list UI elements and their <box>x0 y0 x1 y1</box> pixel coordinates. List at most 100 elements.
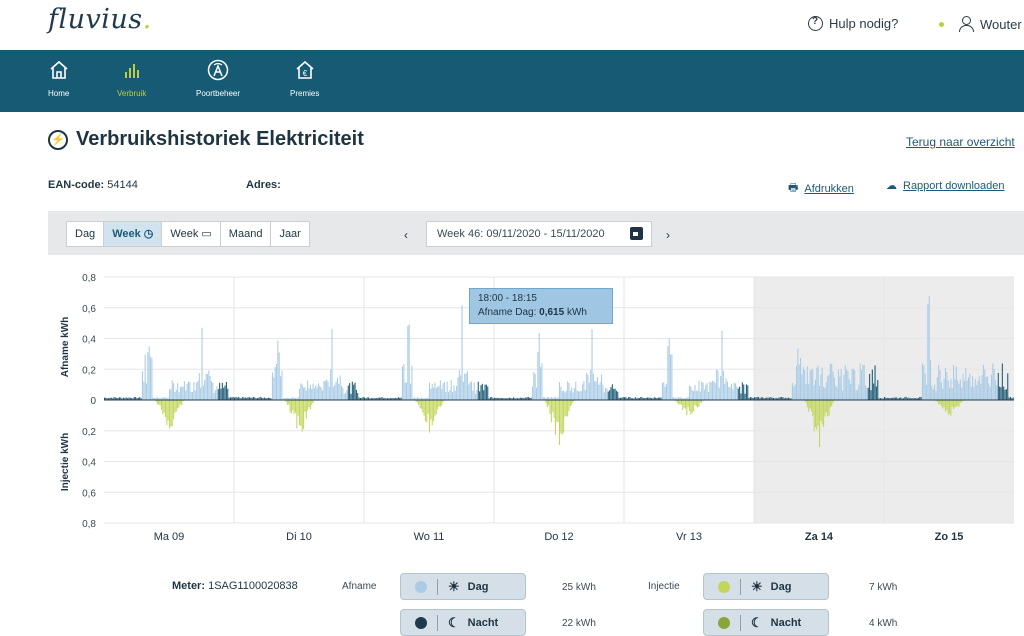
injectie-bar <box>423 400 425 416</box>
injectie-bar <box>545 400 547 404</box>
legend-injectie-nacht[interactable]: ☾ Nacht <box>703 609 829 636</box>
afname-bar <box>141 371 143 400</box>
afname-bar <box>875 386 877 400</box>
afname-bar <box>603 392 605 400</box>
afname-bar <box>331 329 333 400</box>
afname-bar <box>342 387 344 400</box>
afname-bar <box>534 373 536 400</box>
afname-bar <box>871 369 873 400</box>
afname-bar <box>739 386 741 400</box>
next-week-arrow[interactable]: › <box>666 228 670 242</box>
period-jaar[interactable]: Jaar <box>271 222 308 246</box>
prev-week-arrow[interactable]: ‹ <box>404 228 408 242</box>
afname-bar <box>538 332 540 400</box>
nav-item-verbruik[interactable]: Verbruik <box>117 58 146 98</box>
y-tick-label: 0 <box>90 396 96 407</box>
help-icon <box>808 16 823 31</box>
week-range-picker[interactable]: Week 46: 09/11/2020 - 15/11/2020 <box>426 221 652 247</box>
calendar-icon[interactable] <box>630 227 643 240</box>
injectie-bar <box>950 400 952 416</box>
afname-bar <box>446 381 448 400</box>
afname-bar <box>1000 387 1002 400</box>
injectie-bar <box>427 400 429 414</box>
afname-bar <box>401 366 403 400</box>
afname-bar <box>939 370 941 400</box>
afname-bar <box>963 381 965 400</box>
injectie-bar <box>679 400 681 405</box>
afname-bar <box>661 382 663 400</box>
injectie-bar <box>678 400 680 405</box>
status-dot <box>939 22 944 27</box>
afname-bar <box>583 380 585 400</box>
injectie-bar <box>816 400 818 430</box>
help-link[interactable]: Hulp nodig? <box>808 16 898 31</box>
afname-bar <box>695 390 697 400</box>
nav-item-poortbeheer[interactable]: Poortbeheer <box>196 58 240 98</box>
period-week-calendar[interactable]: Week ▭ <box>162 222 221 246</box>
nav-item-home[interactable]: Home <box>48 58 69 98</box>
injectie-bar <box>554 400 556 435</box>
afname-bar <box>958 383 960 400</box>
meter-id: Meter: 1SAG1100020838 <box>172 580 298 592</box>
injectie-bar <box>433 400 435 422</box>
afname-bar <box>407 325 409 400</box>
page-title: ⚡ Verbruikshistoriek Elektriciteit <box>48 128 364 151</box>
afname-bar <box>208 370 210 400</box>
injectie-bar <box>829 400 831 408</box>
afname-bar <box>308 388 310 400</box>
injectie-bar <box>305 400 307 419</box>
afname-bar <box>690 386 692 400</box>
afname-bar <box>346 390 348 400</box>
afname-bar <box>216 386 218 400</box>
nav-item-premies[interactable]: € Premies <box>290 58 319 98</box>
afname-bar <box>833 377 835 400</box>
afname-bar <box>531 386 533 400</box>
injectie-dag-dot <box>718 580 730 593</box>
period-week-rolling[interactable]: Week ◷ <box>104 222 163 246</box>
afname-bar <box>194 390 196 400</box>
afname-bar <box>443 381 445 400</box>
afname-bar <box>611 384 613 400</box>
afname-bar <box>441 389 443 400</box>
user-menu[interactable]: Wouter ⌄ <box>958 16 1024 32</box>
download-report-link[interactable]: ☁ Rapport downloaden <box>886 179 1005 193</box>
afname-bar <box>720 375 722 400</box>
period-maand[interactable]: Maand <box>221 222 272 246</box>
afname-bar <box>457 377 459 400</box>
afname-bar <box>275 363 278 400</box>
afname-bar <box>173 383 175 400</box>
afname-bar <box>430 388 432 400</box>
afname-bar <box>615 390 617 400</box>
injectie-bar <box>439 400 441 407</box>
afname-bar <box>831 363 833 400</box>
afname-bar <box>200 387 202 400</box>
afname-bar <box>667 346 669 400</box>
afname-bar <box>274 367 276 400</box>
legend-injectie-dag[interactable]: ☀ Dag <box>703 573 829 600</box>
injectie-nacht-dot <box>718 616 730 629</box>
y-tick-label: 0,6 <box>82 488 96 499</box>
moon-icon: ☾ <box>448 614 460 630</box>
afname-bar <box>808 384 810 400</box>
legend-afname-nacht[interactable]: ☾ Nacht <box>400 609 526 636</box>
afname-bar <box>439 380 441 400</box>
injectie-bar <box>303 400 305 430</box>
period-dag[interactable]: Dag <box>67 222 105 246</box>
afname-bar <box>271 372 273 400</box>
injectie-bar <box>556 400 558 422</box>
afname-bar <box>594 381 596 400</box>
print-link[interactable]: 🖶 Afdrukken <box>788 179 854 198</box>
afname-bar <box>874 365 876 400</box>
afname-bar <box>665 384 668 400</box>
fluvius-logo[interactable]: fluvius. <box>48 4 152 35</box>
afname-bar <box>204 380 206 400</box>
afname-bar <box>821 367 823 400</box>
afname-bar <box>859 363 861 400</box>
afname-bar <box>733 382 735 400</box>
back-to-overview-link[interactable]: Terug naar overzicht <box>906 135 1015 149</box>
afname-bar <box>726 381 728 400</box>
afname-dag-kwh: 25 kWh <box>562 582 596 593</box>
afname-bar <box>335 382 337 400</box>
afname-bar <box>567 381 569 400</box>
legend-afname-dag[interactable]: ☀ Dag <box>400 573 526 600</box>
